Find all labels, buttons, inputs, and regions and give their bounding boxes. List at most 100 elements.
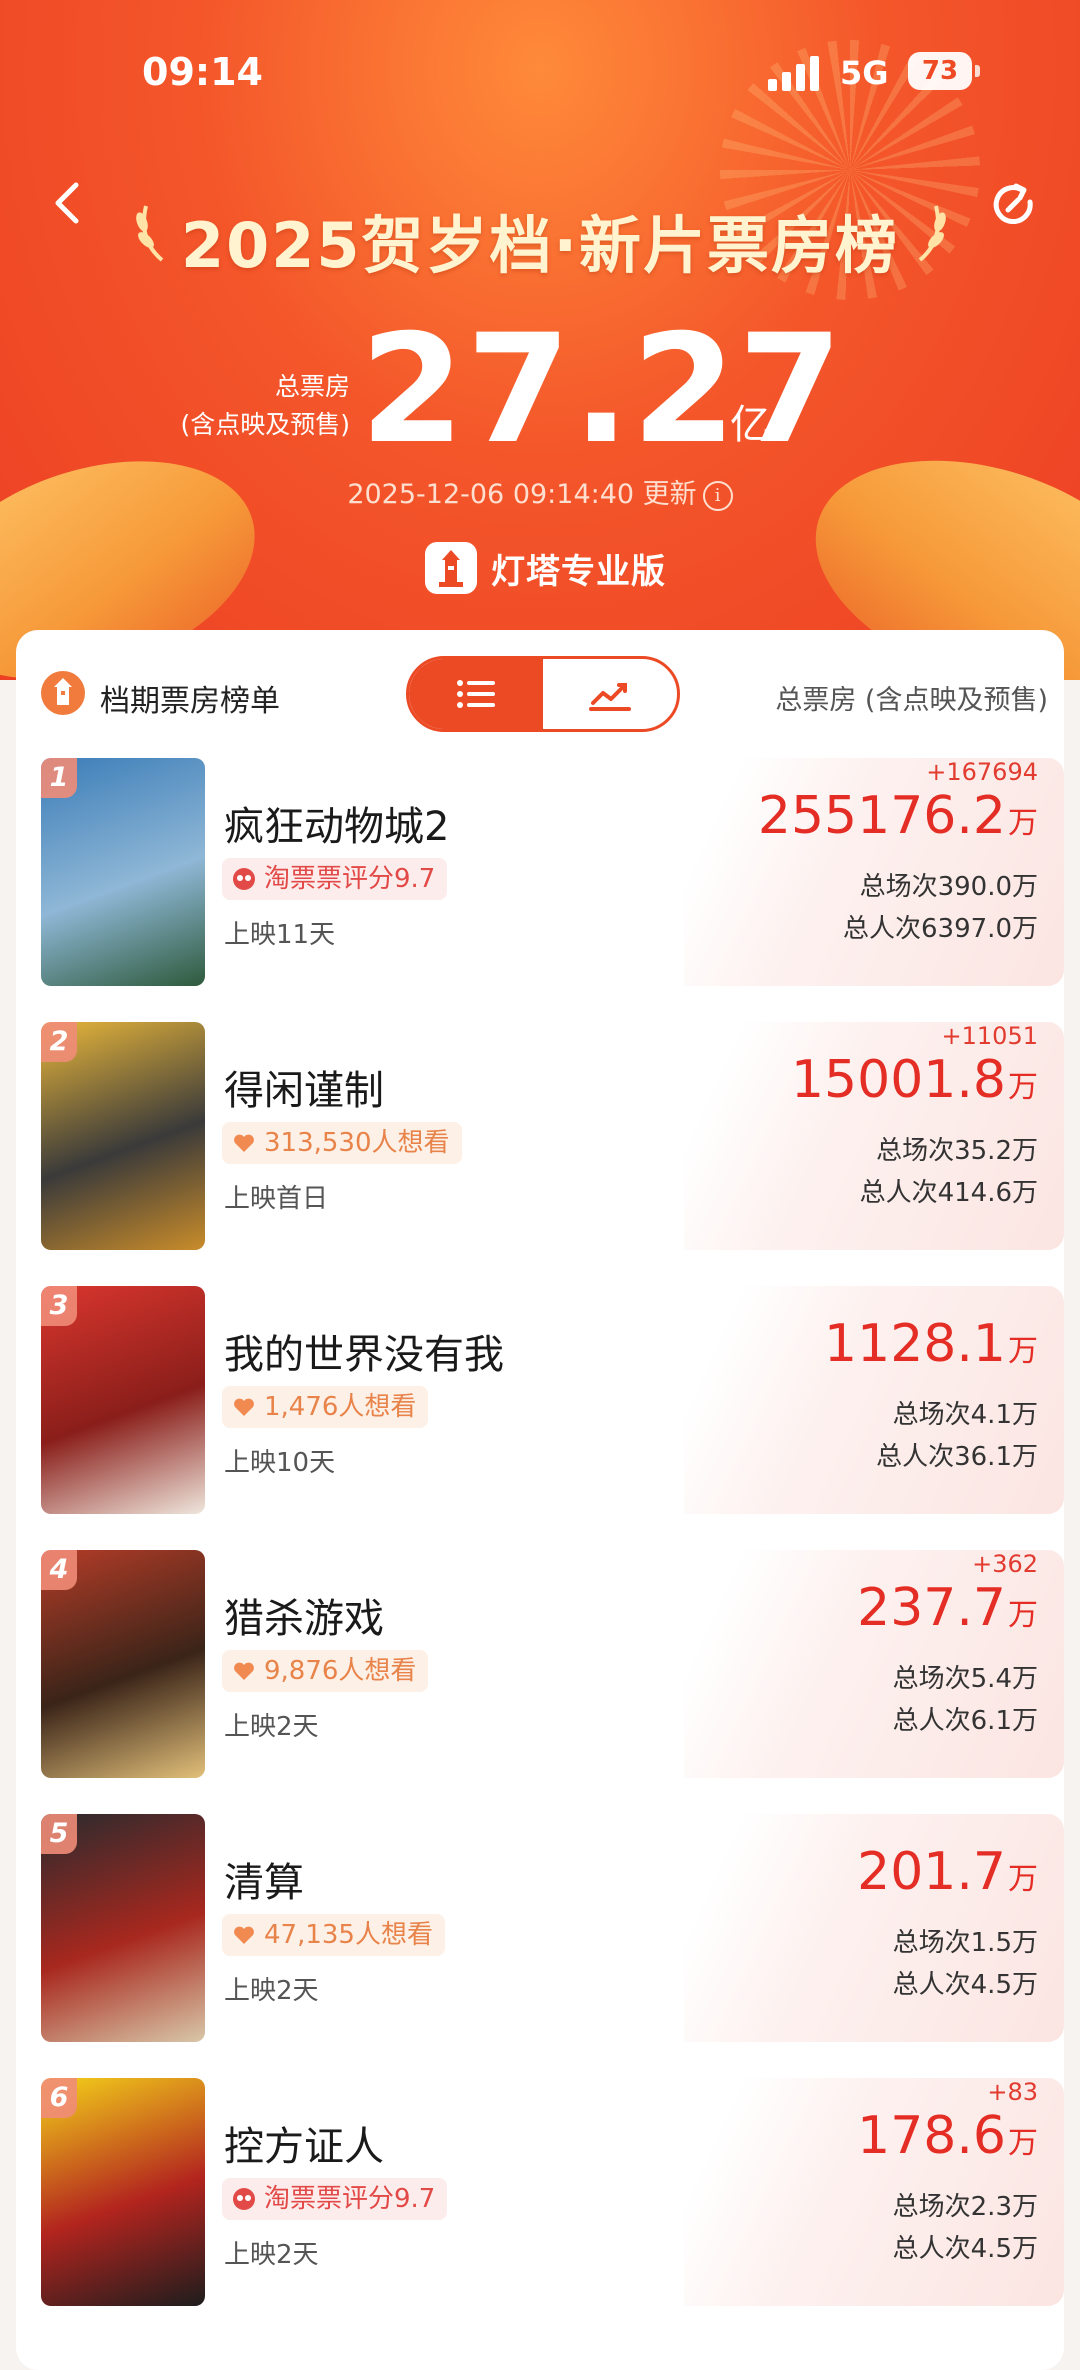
box-office-value: 178.6万 bbox=[857, 2106, 1038, 2166]
want-to-watch-tag: 9,876人想看 bbox=[222, 1650, 429, 1692]
total-admissions: 总人次4.5万 bbox=[892, 2234, 1038, 2264]
total-box-office-value: 27.27 bbox=[360, 303, 845, 477]
battery-level: 73 bbox=[921, 56, 959, 86]
movie-poster[interactable]: 6 bbox=[41, 2078, 205, 2306]
box-office-unit: 万 bbox=[1008, 2126, 1038, 2161]
heart-icon bbox=[234, 1926, 254, 1944]
movie-title: 控方证人 bbox=[224, 2124, 384, 2170]
tag-text: 1,476人想看 bbox=[264, 1392, 417, 1422]
movie-row[interactable]: 3 我的世界没有我 1,476人想看上映10天 1128.1万总场次4.1万总人次36… bbox=[16, 1286, 1064, 1550]
realtime-increment: +167694 bbox=[926, 758, 1038, 786]
movie-title: 我的世界没有我 bbox=[224, 1332, 504, 1378]
total-sessions: 总场次2.3万 bbox=[892, 2192, 1038, 2222]
list-icon bbox=[457, 680, 495, 708]
movie-poster[interactable]: 4 bbox=[41, 1550, 205, 1778]
want-to-watch-tag: 313,530人想看 bbox=[222, 1122, 462, 1164]
total-sessions: 总场次1.5万 bbox=[892, 1928, 1038, 1958]
box-office-value: 201.7万 bbox=[857, 1842, 1038, 1902]
box-office-number: 201.7 bbox=[857, 1842, 1006, 1902]
rating-badge-icon bbox=[233, 2188, 255, 2210]
days-in-release: 上映2天 bbox=[224, 2240, 319, 2270]
tag-text: 313,530人想看 bbox=[264, 1128, 450, 1158]
realtime-increment: +11051 bbox=[941, 1022, 1038, 1050]
box-office-number: 15001.8 bbox=[790, 1050, 1006, 1110]
box-office-number: 237.7 bbox=[857, 1578, 1006, 1638]
movie-title: 得闲谨制 bbox=[224, 1068, 384, 1114]
status-time: 09:14 bbox=[142, 50, 263, 94]
days-in-release: 上映首日 bbox=[224, 1184, 329, 1214]
lighthouse-logo-icon bbox=[425, 542, 477, 594]
realtime-increment: +362 bbox=[972, 1550, 1038, 1578]
movie-poster[interactable]: 1 bbox=[41, 758, 205, 986]
refresh-icon bbox=[993, 183, 1033, 224]
movie-row[interactable]: 1 疯狂动物城2 淘票票评分9.7 上映11天 +167694 255176.2万总场次3… bbox=[16, 758, 1064, 1022]
rank-badge: 6 bbox=[41, 2078, 77, 2118]
days-in-release: 上映10天 bbox=[224, 1448, 336, 1478]
days-in-release: 上映2天 bbox=[224, 1976, 319, 2006]
want-to-watch-tag: 47,135人想看 bbox=[222, 1914, 445, 1956]
movie-poster[interactable]: 3 bbox=[41, 1286, 205, 1514]
box-office-number: 1128.1 bbox=[824, 1314, 1006, 1374]
days-in-release: 上映2天 bbox=[224, 1712, 319, 1742]
rating-tag: 淘票票评分9.7 bbox=[222, 858, 448, 900]
rank-badge: 3 bbox=[41, 1286, 77, 1326]
tag-text: 9,876人想看 bbox=[264, 1656, 417, 1686]
total-admissions: 总人次6.1万 bbox=[892, 1706, 1038, 1736]
box-office-number: 178.6 bbox=[857, 2106, 1006, 2166]
total-sessions: 总场次35.2万 bbox=[876, 1136, 1038, 1166]
rank-badge: 2 bbox=[41, 1022, 77, 1062]
heart-icon bbox=[234, 1134, 254, 1152]
battery-icon: 73 bbox=[908, 52, 980, 90]
info-icon[interactable]: i bbox=[702, 481, 733, 511]
movie-title: 清算 bbox=[224, 1860, 304, 1906]
lighthouse-icon bbox=[41, 671, 85, 715]
heart-icon bbox=[234, 1398, 254, 1416]
box-office-unit: 万 bbox=[1008, 1070, 1038, 1105]
days-in-release: 上映11天 bbox=[224, 920, 336, 950]
rank-badge: 5 bbox=[41, 1814, 77, 1854]
box-office-unit: 万 bbox=[1008, 806, 1038, 841]
movie-row[interactable]: 5 清算 47,135人想看 上映2天 201.7万 总场次1.5万 总人次4.5万 bbox=[16, 1814, 1064, 2078]
tag-text: 淘票票评分9.7 bbox=[264, 2184, 436, 2214]
brand-badge[interactable]: 灯塔专业版 bbox=[425, 540, 666, 596]
box-office-number: 255176.2 bbox=[757, 786, 1006, 846]
tag-text: 47,135人想看 bbox=[264, 1920, 433, 1950]
trend-chart-icon bbox=[589, 683, 631, 711]
total-admissions: 总人次6397.0万 bbox=[843, 914, 1038, 944]
box-office-value: 1128.1万 bbox=[824, 1314, 1038, 1374]
laurel-right-icon bbox=[918, 205, 946, 262]
total-box-office-label: 总票房 (含点映及预售) bbox=[170, 368, 350, 444]
rating-tag: 淘票票评分9.7 bbox=[222, 2178, 448, 2220]
chart-view-tab[interactable] bbox=[543, 659, 677, 729]
movie-poster[interactable]: 5 bbox=[41, 1814, 205, 2042]
movie-title: 猎杀游戏 bbox=[224, 1596, 384, 1642]
total-admissions: 总人次36.1万 bbox=[876, 1442, 1038, 1472]
movie-poster[interactable]: 2 bbox=[41, 1022, 205, 1250]
list-view-tab[interactable] bbox=[409, 659, 543, 729]
network-type: 5G bbox=[840, 54, 889, 92]
ranking-list-title: 档期票房榜单 bbox=[100, 684, 280, 719]
total-sessions: 总场次390.0万 bbox=[859, 872, 1038, 902]
tag-text: 淘票票评分9.7 bbox=[264, 864, 436, 894]
rating-badge-icon bbox=[233, 868, 255, 890]
box-office-value: 255176.2万 bbox=[758, 786, 1038, 846]
total-box-office-unit: 亿 bbox=[730, 402, 770, 448]
total-box-office-column-label: 总票房 (含点映及预售) bbox=[775, 685, 1048, 716]
total-sessions: 总场次5.4万 bbox=[892, 1664, 1038, 1694]
update-text: 2025-12-06 09:14:40 更新 bbox=[347, 479, 697, 510]
box-office-unit: 万 bbox=[1008, 1334, 1038, 1369]
total-sessions: 总场次4.1万 bbox=[892, 1400, 1038, 1430]
total-label-line2: (含点映及预售) bbox=[180, 410, 350, 439]
movie-row[interactable]: 6 控方证人 淘票票评分9.7 上映2天 +83 178.6万 总场次2.3万 总人次4.5万 bbox=[16, 2078, 1064, 2342]
movie-title: 疯狂动物城2 bbox=[224, 804, 450, 850]
update-timestamp[interactable]: 2025-12-06 09:14:40 更新 i bbox=[0, 472, 1080, 511]
refresh-button[interactable] bbox=[988, 180, 1040, 232]
heart-icon bbox=[234, 1662, 254, 1680]
total-label-line1: 总票房 bbox=[274, 372, 350, 401]
brand-name: 灯塔专业版 bbox=[491, 551, 666, 592]
rank-badge: 4 bbox=[41, 1550, 77, 1590]
movie-row[interactable]: 2 得闲谨制 313,530人想看上映首日 +11051 15001.8万总场次35.2… bbox=[16, 1022, 1064, 1286]
box-office-value: 237.7万 bbox=[857, 1578, 1038, 1638]
box-office-unit: 万 bbox=[1008, 1862, 1038, 1897]
movie-row[interactable]: 4 猎杀游戏 9,876人想看上映2天 +362 237.7万总场次5.4万 总人次6.1… bbox=[16, 1550, 1064, 1814]
